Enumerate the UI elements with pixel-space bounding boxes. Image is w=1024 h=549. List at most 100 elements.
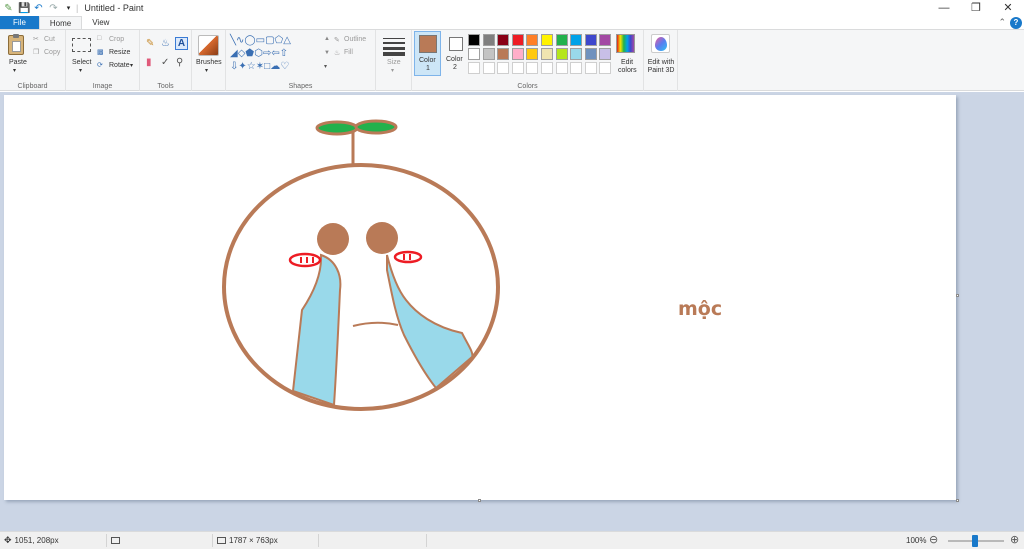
fill-button[interactable]: Fill <box>344 49 353 56</box>
cloud-callout-shape-icon[interactable]: ☁ <box>270 61 280 72</box>
oval-shape-icon[interactable]: ◯ <box>244 35 255 46</box>
resize-button[interactable]: Resize <box>109 49 130 56</box>
color2-selector[interactable]: Color 2 <box>443 31 470 76</box>
color-picker-icon[interactable]: ✓ <box>161 57 169 68</box>
color-swatch[interactable] <box>599 34 612 46</box>
paste-button[interactable]: Paste <box>9 59 27 66</box>
tab-home[interactable]: Home <box>38 16 83 29</box>
color-swatch[interactable] <box>526 34 539 46</box>
custom-color-slot[interactable] <box>526 62 539 74</box>
size-dropdown-icon[interactable]: ▾ <box>391 67 394 74</box>
shapes-scroll-down-icon[interactable]: ▼ <box>324 50 330 56</box>
color-swatch[interactable] <box>468 34 480 46</box>
color-swatch[interactable] <box>482 34 495 46</box>
custom-color-slot[interactable] <box>570 62 583 74</box>
size-button[interactable]: Size <box>387 59 401 66</box>
four-point-star-shape-icon[interactable]: ✦ <box>238 61 246 72</box>
paste-icon[interactable] <box>8 34 24 55</box>
fill-bucket-icon[interactable]: ♨ <box>161 38 170 49</box>
shapes-more-icon[interactable]: ▾ <box>324 63 327 70</box>
polygon-shape-icon[interactable]: ⬠ <box>275 35 284 46</box>
brushes-button[interactable]: Brushes <box>196 59 222 66</box>
size-icon[interactable] <box>383 38 405 56</box>
close-button[interactable]: ✕ <box>992 0 1024 16</box>
undo-icon[interactable]: ↶ <box>33 3 44 14</box>
paint3d-icon[interactable] <box>651 34 670 53</box>
select-icon[interactable] <box>72 38 91 52</box>
color-swatch[interactable] <box>468 48 480 60</box>
custom-color-slot[interactable] <box>555 62 568 74</box>
color-swatch[interactable] <box>511 48 524 60</box>
color-swatch[interactable] <box>584 48 597 60</box>
color-swatch[interactable] <box>555 34 568 46</box>
five-point-star-shape-icon[interactable]: ☆ <box>247 61 256 72</box>
eraser-icon[interactable]: ▮ <box>146 57 152 68</box>
redo-icon[interactable]: ↷ <box>48 3 59 14</box>
color-swatch[interactable] <box>526 48 539 60</box>
canvas-resize-handle-corner[interactable] <box>956 499 959 502</box>
magnifier-icon[interactable]: ⚲ <box>176 57 183 68</box>
canvas-resize-handle-bottom[interactable] <box>478 499 481 502</box>
heart-shape-icon[interactable]: ♡ <box>280 61 289 72</box>
color-swatch[interactable] <box>570 34 583 46</box>
color-swatch[interactable] <box>541 34 553 46</box>
ribbon-collapse-icon[interactable]: ⌃ <box>998 17 1006 28</box>
color-swatch[interactable] <box>584 34 597 46</box>
rectangle-shape-icon[interactable]: ▭ <box>256 35 265 46</box>
shapes-gallery[interactable]: ╲∿◯▭▢⬠△ ◢◇⬟⬡⇨⇦⇧ ⇩✦☆✶□☁♡ <box>230 34 324 76</box>
six-point-star-shape-icon[interactable]: ✶ <box>256 61 264 72</box>
triangle-shape-icon[interactable]: △ <box>283 35 291 46</box>
drawing-canvas[interactable]: mộc <box>4 95 956 500</box>
zoom-slider-thumb[interactable] <box>972 535 978 547</box>
tab-view[interactable]: View <box>82 16 119 29</box>
outline-button[interactable]: Outline <box>344 36 366 43</box>
color-swatch[interactable] <box>497 34 510 46</box>
pencil-icon[interactable]: ✎ <box>146 38 154 49</box>
copy-button[interactable]: Copy <box>44 49 60 56</box>
paste-dropdown-icon[interactable]: ▾ <box>13 67 16 74</box>
select-dropdown-icon[interactable]: ▾ <box>79 67 82 74</box>
color-swatch[interactable] <box>511 34 524 46</box>
right-arrow-shape-icon[interactable]: ⇨ <box>263 48 271 59</box>
custom-color-slot[interactable] <box>541 62 553 74</box>
maximize-button[interactable]: ❐ <box>960 0 992 16</box>
edit-colors-button[interactable]: Edit colors <box>618 59 637 75</box>
color-swatch[interactable] <box>599 48 612 60</box>
help-icon[interactable]: ? <box>1010 17 1022 29</box>
brushes-dropdown-icon[interactable]: ▾ <box>205 67 208 74</box>
color-swatch[interactable] <box>482 48 495 60</box>
custom-color-slot[interactable] <box>511 62 524 74</box>
custom-color-slot[interactable] <box>497 62 510 74</box>
text-tool-icon[interactable]: A <box>175 37 188 50</box>
zoom-in-icon[interactable]: ⊕ <box>1010 532 1019 549</box>
shapes-scroll-up-icon[interactable]: ▲ <box>324 36 330 42</box>
up-arrow-shape-icon[interactable]: ⇧ <box>280 48 288 59</box>
pentagon-shape-icon[interactable]: ⬟ <box>245 48 254 59</box>
select-button[interactable]: Select <box>72 59 91 66</box>
zoom-out-icon[interactable]: ⊖ <box>929 532 938 549</box>
cut-button[interactable]: Cut <box>44 36 55 43</box>
crop-button[interactable]: Crop <box>109 36 124 43</box>
color-swatch[interactable] <box>570 48 583 60</box>
edit-colors-icon[interactable] <box>616 34 635 53</box>
custom-color-slot[interactable] <box>584 62 597 74</box>
color-swatch[interactable] <box>541 48 553 60</box>
color1-selector[interactable]: Color 1 <box>414 31 441 76</box>
color-swatch[interactable] <box>497 48 510 60</box>
rounded-rectangle-shape-icon[interactable]: ▢ <box>265 35 274 46</box>
save-icon[interactable]: 💾 <box>18 3 30 14</box>
left-arrow-shape-icon[interactable]: ⇦ <box>271 48 279 59</box>
canvas-resize-handle-right[interactable] <box>956 294 959 297</box>
rotate-button[interactable]: Rotate <box>109 62 130 69</box>
custom-color-slot[interactable] <box>482 62 495 74</box>
minimize-button[interactable]: — <box>928 0 960 16</box>
brush-icon[interactable] <box>198 35 219 56</box>
right-triangle-shape-icon[interactable]: ◢ <box>230 48 238 59</box>
edit-with-paint3d-button[interactable]: Edit with Paint 3D <box>645 59 677 75</box>
customize-dropdown-icon[interactable]: ▾ <box>63 3 74 14</box>
custom-color-slot[interactable] <box>468 62 480 74</box>
color-swatch[interactable] <box>555 48 568 60</box>
custom-color-slot[interactable] <box>599 62 612 74</box>
tab-file[interactable]: File <box>0 16 39 29</box>
hexagon-shape-icon[interactable]: ⬡ <box>254 48 263 59</box>
